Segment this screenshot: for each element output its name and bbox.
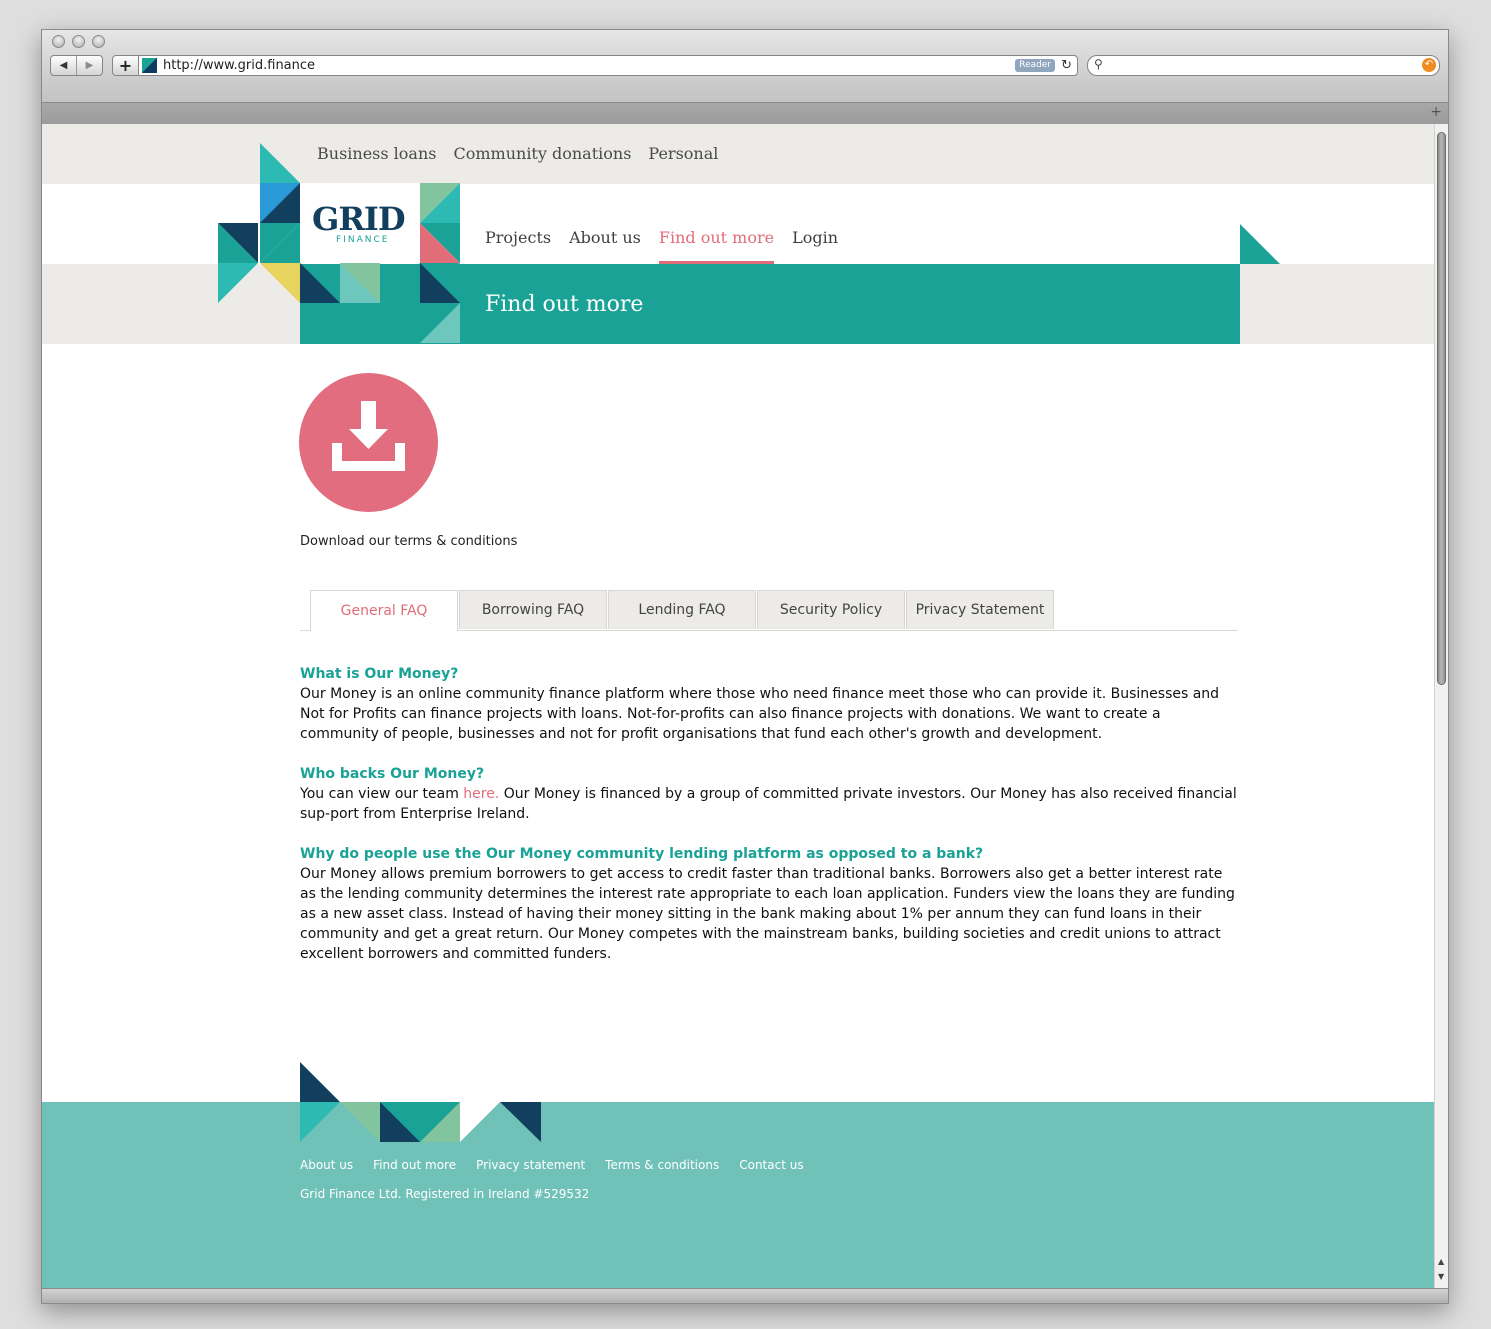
web-page: Business loans Community donations Perso… bbox=[42, 124, 1434, 1288]
faq-tabs: General FAQ Borrowing FAQ Lending FAQ Se… bbox=[300, 590, 1238, 631]
footer bbox=[42, 1102, 1434, 1288]
window-controls bbox=[52, 35, 105, 48]
scroll-down-arrow-icon[interactable]: ▼ bbox=[1438, 1272, 1444, 1281]
top-nav-community-donations[interactable]: Community donations bbox=[453, 144, 631, 163]
faq-answer: You can view our team here. Our Money is… bbox=[300, 784, 1240, 824]
back-button[interactable]: ◀ bbox=[51, 56, 76, 75]
favicon-icon bbox=[142, 58, 157, 73]
footer-link-about-us[interactable]: About us bbox=[300, 1158, 353, 1172]
bookmarks-bar: + bbox=[42, 102, 1448, 125]
faq-content: What is Our Money? Our Money is an onlin… bbox=[300, 664, 1240, 984]
tab-privacy-statement[interactable]: Privacy Statement bbox=[906, 590, 1054, 629]
nav-about-us[interactable]: About us bbox=[569, 228, 641, 247]
search-field[interactable]: ⚲ ↶ bbox=[1087, 55, 1440, 76]
search-icon: ⚲ bbox=[1094, 57, 1103, 71]
tab-general-faq[interactable]: General FAQ bbox=[310, 590, 458, 631]
footer-link-find-out-more[interactable]: Find out more bbox=[373, 1158, 456, 1172]
logo-wordmark[interactable]: GRID bbox=[312, 200, 406, 238]
faq-question: Who backs Our Money? bbox=[300, 766, 485, 782]
url-text: http://www.grid.finance bbox=[163, 58, 316, 73]
faq-question: Why do people use the Our Money communit… bbox=[300, 846, 984, 862]
close-window-button[interactable] bbox=[52, 35, 65, 48]
new-tab-icon[interactable]: + bbox=[1430, 104, 1442, 120]
forward-button[interactable]: ▶ bbox=[76, 56, 102, 75]
faq-answer: Our Money allows premium borrowers to ge… bbox=[300, 866, 1235, 962]
corner-triangle bbox=[1240, 224, 1280, 264]
address-bar[interactable]: http://www.grid.finance Reader ↻ bbox=[138, 55, 1078, 76]
team-link[interactable]: here. bbox=[463, 786, 499, 802]
browser-window: ◀ ▶ + http://www.grid.finance Reader ↻ ⚲… bbox=[41, 29, 1449, 1304]
reload-icon[interactable]: ↻ bbox=[1061, 56, 1072, 75]
browser-toolbar: ◀ ▶ + http://www.grid.finance Reader ↻ ⚲… bbox=[42, 30, 1448, 125]
nav-login[interactable]: Login bbox=[792, 228, 838, 247]
footer-mosaic bbox=[300, 1062, 541, 1142]
main-navigation: Projects About us Find out more Login bbox=[485, 228, 838, 264]
tab-borrowing-faq[interactable]: Borrowing FAQ bbox=[459, 590, 607, 629]
faq-question: What is Our Money? bbox=[300, 666, 459, 682]
footer-link-privacy-statement[interactable]: Privacy statement bbox=[476, 1158, 585, 1172]
minimize-window-button[interactable] bbox=[72, 35, 85, 48]
tab-security-policy[interactable]: Security Policy bbox=[757, 590, 905, 629]
top-nav-personal[interactable]: Personal bbox=[648, 144, 718, 163]
footer-link-terms[interactable]: Terms & conditions bbox=[605, 1158, 719, 1172]
faq-answer-text: You can view our team bbox=[300, 786, 464, 802]
tab-lending-faq[interactable]: Lending FAQ bbox=[608, 590, 756, 629]
nav-projects[interactable]: Projects bbox=[485, 228, 551, 247]
download-icon bbox=[332, 401, 405, 471]
download-terms-button[interactable] bbox=[299, 373, 438, 512]
vertical-scrollbar[interactable]: ▲ ▼ bbox=[1434, 124, 1448, 1288]
nav-find-out-more[interactable]: Find out more bbox=[658, 228, 775, 264]
faq-answer: Our Money is an online community finance… bbox=[300, 686, 1220, 742]
footer-link-contact-us[interactable]: Contact us bbox=[739, 1158, 803, 1172]
page-title: Find out more bbox=[485, 292, 644, 317]
scroll-up-arrow-icon[interactable]: ▲ bbox=[1438, 1257, 1444, 1266]
footer-legal-text: Grid Finance Ltd. Registered in Ireland … bbox=[300, 1187, 590, 1201]
scrollbar-thumb[interactable] bbox=[1437, 132, 1446, 685]
history-buttons: ◀ ▶ bbox=[50, 55, 103, 76]
reader-button[interactable]: Reader bbox=[1015, 59, 1055, 72]
snapback-icon[interactable]: ↶ bbox=[1422, 58, 1436, 72]
status-bar bbox=[42, 1288, 1448, 1303]
footer-links: About us Find out more Privacy statement… bbox=[300, 1158, 804, 1172]
download-terms-label[interactable]: Download our terms & conditions bbox=[300, 534, 517, 549]
add-bookmark-button[interactable]: + bbox=[112, 55, 139, 76]
zoom-window-button[interactable] bbox=[92, 35, 105, 48]
logo-subtitle: FINANCE bbox=[336, 235, 390, 245]
